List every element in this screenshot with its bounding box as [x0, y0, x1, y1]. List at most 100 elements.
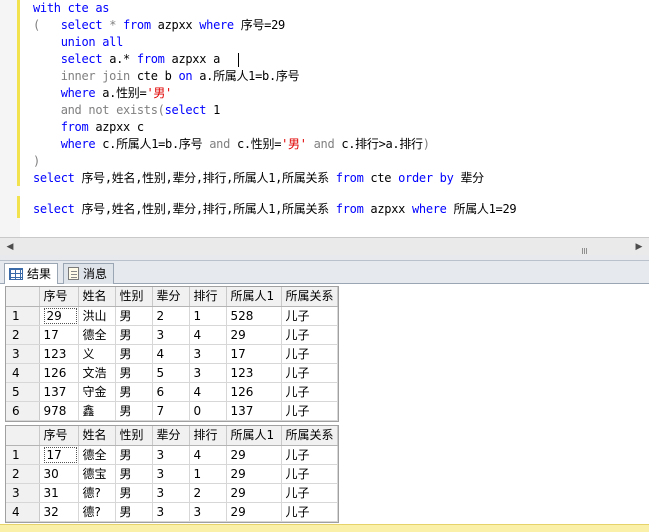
table-cell[interactable]: 男 — [115, 325, 153, 345]
row-number-cell[interactable]: 2 — [6, 464, 40, 484]
column-header[interactable]: 序号 — [39, 287, 79, 307]
table-cell[interactable]: 3 — [152, 445, 190, 465]
tab-messages[interactable]: 消息 — [63, 263, 115, 284]
table-cell[interactable]: 男 — [115, 483, 153, 503]
table-cell[interactable]: 儿子 — [281, 401, 338, 421]
table-row[interactable]: 1 29 洪山男 2 1 528 儿子 — [6, 306, 338, 326]
table-row[interactable]: 3 31 德? 男 3 2 29 儿子 — [6, 483, 338, 503]
table-cell[interactable]: 德宝 — [78, 464, 116, 484]
table-cell[interactable]: 17 — [226, 344, 282, 364]
table-row[interactable]: 1 17 德全男 3 4 29 儿子 — [6, 445, 338, 465]
row-number-cell[interactable]: 4 — [6, 502, 40, 522]
column-header[interactable]: 排行 — [189, 287, 227, 307]
row-number-cell[interactable]: 3 — [6, 483, 40, 503]
table-row[interactable]: 2 30 德宝男 3 1 29 儿子 — [6, 464, 338, 484]
table-row[interactable]: 5 137 守金男 6 4 126 儿子 — [6, 382, 338, 402]
table-cell[interactable]: 29 — [226, 464, 282, 484]
table-cell[interactable]: 男 — [115, 363, 153, 383]
table-cell[interactable]: 3 — [189, 344, 227, 364]
table-cell[interactable]: 儿子 — [281, 502, 338, 522]
table-cell[interactable]: 德全 — [78, 325, 116, 345]
table-cell[interactable]: 123 — [39, 344, 79, 364]
splitter-grip-icon[interactable] — [582, 243, 590, 254]
table-cell[interactable]: 男 — [115, 445, 153, 465]
table-cell[interactable]: 文浩 — [78, 363, 116, 383]
selected-cell[interactable]: 29 — [39, 306, 79, 326]
selected-cell[interactable]: 17 — [39, 445, 79, 465]
column-header[interactable]: 所属人1 — [226, 426, 282, 446]
table-cell[interactable]: 儿子 — [281, 464, 338, 484]
row-number-cell[interactable]: 6 — [6, 401, 40, 421]
column-header[interactable]: 姓名 — [78, 426, 116, 446]
table-cell[interactable]: 义 — [78, 344, 116, 364]
table-cell[interactable]: 7 — [152, 401, 190, 421]
table-cell[interactable]: 29 — [226, 325, 282, 345]
table-row[interactable]: 4 32 德? 男 3 3 29 儿子 — [6, 502, 338, 522]
sql-editor[interactable]: with cte as ( select * from azpxx where 序… — [0, 0, 649, 237]
table-cell[interactable]: 3 — [152, 483, 190, 503]
row-number-cell[interactable]: 5 — [6, 382, 40, 402]
tab-results[interactable]: 结果 — [4, 263, 59, 285]
table-cell[interactable]: 儿子 — [281, 382, 338, 402]
table-cell[interactable]: 31 — [39, 483, 79, 503]
table-cell[interactable]: 123 — [226, 363, 282, 383]
table-cell[interactable]: 6 — [152, 382, 190, 402]
table-cell[interactable]: 29 — [226, 445, 282, 465]
table-cell[interactable]: 17 — [39, 325, 79, 345]
table-cell[interactable]: 3 — [189, 502, 227, 522]
column-header[interactable]: 性别 — [115, 426, 153, 446]
table-cell[interactable]: 洪山 — [78, 306, 116, 326]
table-cell[interactable]: 德全 — [78, 445, 116, 465]
table-cell[interactable]: 126 — [226, 382, 282, 402]
row-number-cell[interactable]: 2 — [6, 325, 40, 345]
column-header[interactable]: 性别 — [115, 287, 153, 307]
scroll-right-arrow-icon[interactable]: ▶ — [631, 239, 647, 255]
table-cell[interactable]: 鑫 — [78, 401, 116, 421]
table-cell[interactable]: 978 — [39, 401, 79, 421]
table-cell[interactable]: 4 — [189, 445, 227, 465]
table-cell[interactable]: 3 — [152, 325, 190, 345]
table-cell[interactable]: 男 — [115, 382, 153, 402]
table-cell[interactable]: 29 — [226, 502, 282, 522]
table-cell[interactable]: 2 — [189, 483, 227, 503]
table-cell[interactable]: 528 — [226, 306, 282, 326]
table-cell[interactable]: 137 — [226, 401, 282, 421]
table-row[interactable]: 2 17 德全男 3 4 29 儿子 — [6, 325, 338, 345]
column-header[interactable]: 所属关系 — [281, 287, 338, 307]
table-cell[interactable]: 儿子 — [281, 445, 338, 465]
grid-corner-cell[interactable] — [6, 426, 40, 446]
result-grid-1[interactable]: 序号 姓名 性别 辈分 排行 所属人1 所属关系 1 29 洪山男 2 1 528 儿子 2 17 德全男 3 4 2… — [5, 286, 339, 422]
table-cell[interactable]: 1 — [189, 306, 227, 326]
column-header[interactable]: 排行 — [189, 426, 227, 446]
table-cell[interactable]: 德? — [78, 483, 116, 503]
table-row[interactable]: 4 126 文浩男 5 3 123 儿子 — [6, 363, 338, 383]
table-cell[interactable]: 儿子 — [281, 344, 338, 364]
table-cell[interactable]: 男 — [115, 344, 153, 364]
row-number-cell[interactable]: 1 — [6, 306, 40, 326]
table-row[interactable]: 3 123 义男 4 3 17 儿子 — [6, 344, 338, 364]
table-cell[interactable]: 29 — [226, 483, 282, 503]
table-cell[interactable]: 5 — [152, 363, 190, 383]
table-cell[interactable]: 守金 — [78, 382, 116, 402]
table-cell[interactable]: 2 — [152, 306, 190, 326]
table-cell[interactable]: 4 — [152, 344, 190, 364]
table-cell[interactable]: 3 — [152, 502, 190, 522]
table-row[interactable]: 6 978 鑫男 7 0 137 儿子 — [6, 401, 338, 421]
row-number-cell[interactable]: 3 — [6, 344, 40, 364]
table-cell[interactable]: 男 — [115, 502, 153, 522]
grid-corner-cell[interactable] — [6, 287, 40, 307]
table-cell[interactable]: 德? — [78, 502, 116, 522]
table-cell[interactable]: 126 — [39, 363, 79, 383]
column-header[interactable]: 姓名 — [78, 287, 116, 307]
row-number-cell[interactable]: 1 — [6, 445, 40, 465]
table-cell[interactable]: 3 — [189, 363, 227, 383]
column-header[interactable]: 所属人1 — [226, 287, 282, 307]
result-grid-2[interactable]: 序号 姓名 性别 辈分 排行 所属人1 所属关系 1 17 德全男 3 4 29 儿子 2 30 德宝男 3 1 29… — [5, 425, 339, 523]
column-header[interactable]: 所属关系 — [281, 426, 338, 446]
column-header[interactable]: 辈分 — [152, 426, 190, 446]
table-cell[interactable]: 137 — [39, 382, 79, 402]
table-cell[interactable]: 32 — [39, 502, 79, 522]
table-cell[interactable]: 男 — [115, 306, 153, 326]
table-cell[interactable]: 儿子 — [281, 483, 338, 503]
table-cell[interactable]: 30 — [39, 464, 79, 484]
